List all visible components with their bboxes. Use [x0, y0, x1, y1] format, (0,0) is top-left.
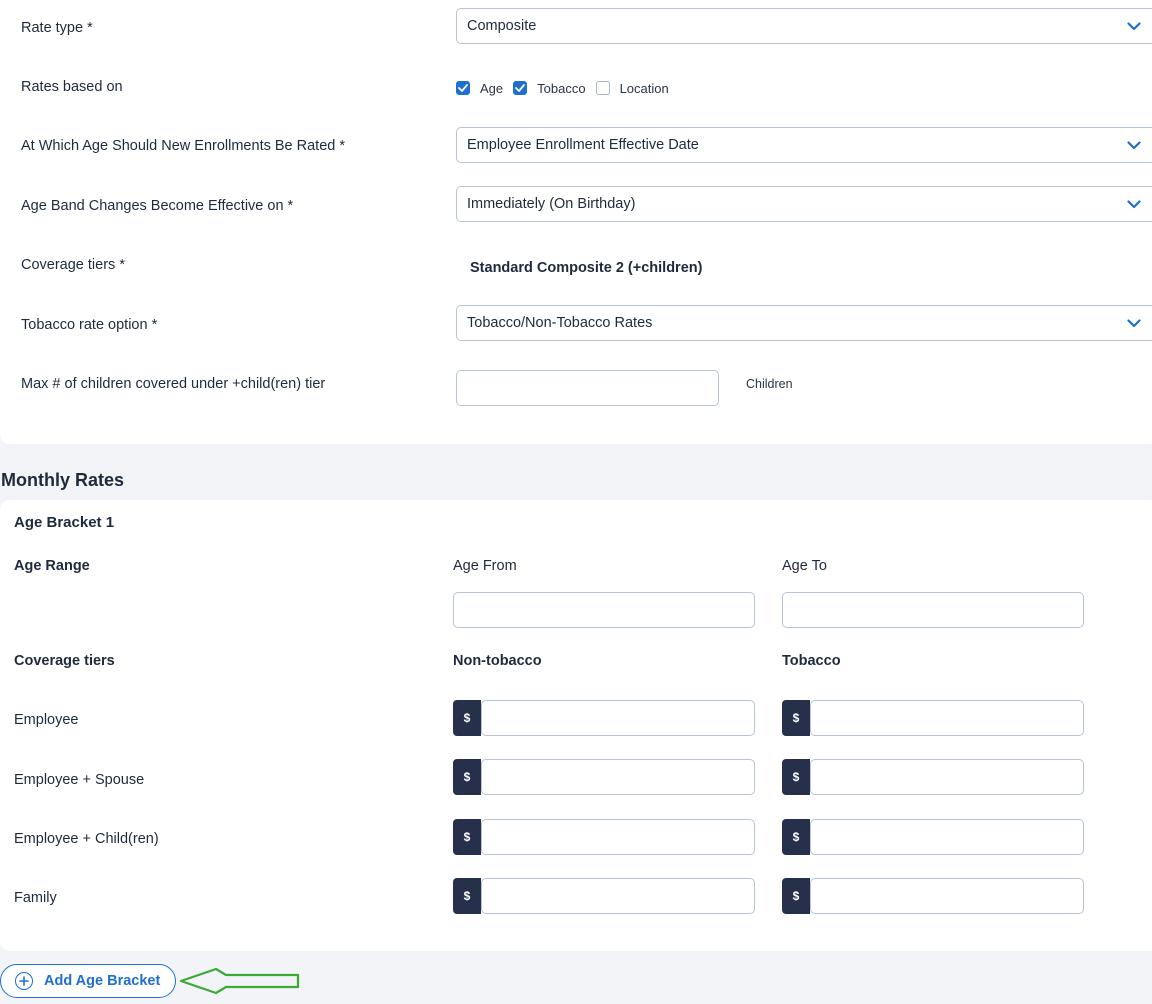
age-band-effective-value: Immediately (On Birthday) — [467, 196, 636, 212]
dollar-icon: $ — [453, 759, 481, 795]
children-suffix: Children — [746, 377, 793, 391]
checkmark-icon — [515, 84, 526, 92]
monthly-rates-title: Monthly Rates — [1, 470, 125, 490]
rate-input[interactable] — [481, 759, 755, 795]
tier-label-employee-spouse: Employee + Spouse — [14, 772, 145, 788]
dollar-icon: $ — [782, 878, 810, 914]
rate-input[interactable] — [810, 700, 1084, 736]
max-children-input[interactable] — [456, 370, 719, 406]
chevron-down-icon — [1125, 18, 1143, 34]
non-tobacco-header: Non-tobacco — [453, 653, 542, 669]
dollar-icon: $ — [782, 759, 810, 795]
employee-spouse-non-tobacco-rate[interactable]: $ — [453, 759, 755, 795]
checkmark-icon — [458, 84, 468, 92]
plus-circle-icon — [15, 972, 33, 990]
new-enrollment-age-value: Employee Enrollment Effective Date — [467, 137, 699, 153]
age-bracket-title: Age Bracket 1 — [14, 514, 115, 531]
rates-based-on-options: Age Tobacco Location — [456, 80, 679, 96]
tobacco-rate-option-value: Tobacco/Non-Tobacco Rates — [467, 315, 653, 331]
tier-label-family: Family — [14, 890, 57, 906]
age-bracket-card: Age Bracket 1 Age Range Age From Age To … — [0, 500, 1152, 951]
age-to-label: Age To — [782, 558, 827, 574]
tier-label-employee-children: Employee + Child(ren) — [14, 831, 159, 847]
rate-input[interactable] — [481, 819, 755, 855]
add-age-bracket-button[interactable]: Add Age Bracket — [0, 964, 176, 998]
rate-type-select[interactable]: Composite — [456, 8, 1152, 44]
employee-tobacco-rate[interactable]: $ — [782, 700, 1084, 736]
arrow-left-icon — [179, 967, 300, 995]
tobacco-rate-option-select[interactable]: Tobacco/Non-Tobacco Rates — [456, 305, 1152, 341]
rates-based-on-label: Rates based on — [21, 79, 123, 95]
chevron-down-icon — [1125, 196, 1143, 212]
coverage-tiers-header: Coverage tiers — [14, 653, 115, 669]
age-range-label: Age Range — [14, 558, 90, 574]
dollar-icon: $ — [782, 819, 810, 855]
location-checkbox[interactable] — [595, 81, 610, 95]
coverage-tiers-value: Standard Composite 2 (+children) — [470, 260, 703, 276]
age-checkbox[interactable] — [456, 81, 470, 95]
rate-input[interactable] — [810, 759, 1084, 795]
rate-input[interactable] — [810, 819, 1084, 855]
age-to-input[interactable] — [782, 592, 1084, 628]
age-band-effective-select[interactable]: Immediately (On Birthday) — [456, 186, 1152, 222]
coverage-tiers-label: Coverage tiers * — [21, 257, 125, 273]
rate-settings-card: Rate type * Composite Rates based on Age… — [0, 0, 1152, 444]
chevron-down-icon — [1125, 315, 1143, 331]
rate-input[interactable] — [481, 878, 755, 914]
location-checkbox-label: Location — [619, 80, 669, 96]
age-band-effective-label: Age Band Changes Become Effective on * — [21, 198, 294, 214]
rate-type-value: Composite — [467, 18, 537, 34]
new-enrollment-age-select[interactable]: Employee Enrollment Effective Date — [456, 127, 1152, 163]
rate-input[interactable] — [481, 700, 755, 736]
add-age-bracket-label: Add Age Bracket — [44, 973, 161, 989]
tier-label-employee: Employee — [14, 712, 79, 728]
tobacco-checkbox-label: Tobacco — [537, 80, 586, 96]
dollar-icon: $ — [453, 878, 481, 914]
tobacco-checkbox[interactable] — [513, 81, 528, 95]
employee-children-non-tobacco-rate[interactable]: $ — [453, 819, 755, 855]
employee-spouse-tobacco-rate[interactable]: $ — [782, 759, 1084, 795]
family-tobacco-rate[interactable]: $ — [782, 878, 1084, 914]
tobacco-header: Tobacco — [782, 653, 841, 669]
age-from-input[interactable] — [453, 592, 755, 628]
family-non-tobacco-rate[interactable]: $ — [453, 878, 755, 914]
rate-input[interactable] — [810, 878, 1084, 914]
age-from-label: Age From — [453, 558, 517, 574]
dollar-icon: $ — [453, 700, 481, 736]
dollar-icon: $ — [782, 700, 810, 736]
new-enrollment-age-label: At Which Age Should New Enrollments Be R… — [21, 138, 345, 154]
chevron-down-icon — [1125, 137, 1143, 153]
rate-type-label: Rate type * — [21, 20, 93, 36]
employee-children-tobacco-rate[interactable]: $ — [782, 819, 1084, 855]
age-checkbox-label: Age — [480, 80, 504, 96]
dollar-icon: $ — [453, 819, 481, 855]
employee-non-tobacco-rate[interactable]: $ — [453, 700, 755, 736]
tobacco-rate-option-label: Tobacco rate option * — [21, 317, 158, 333]
max-children-label: Max # of children covered under +child(r… — [21, 376, 326, 392]
